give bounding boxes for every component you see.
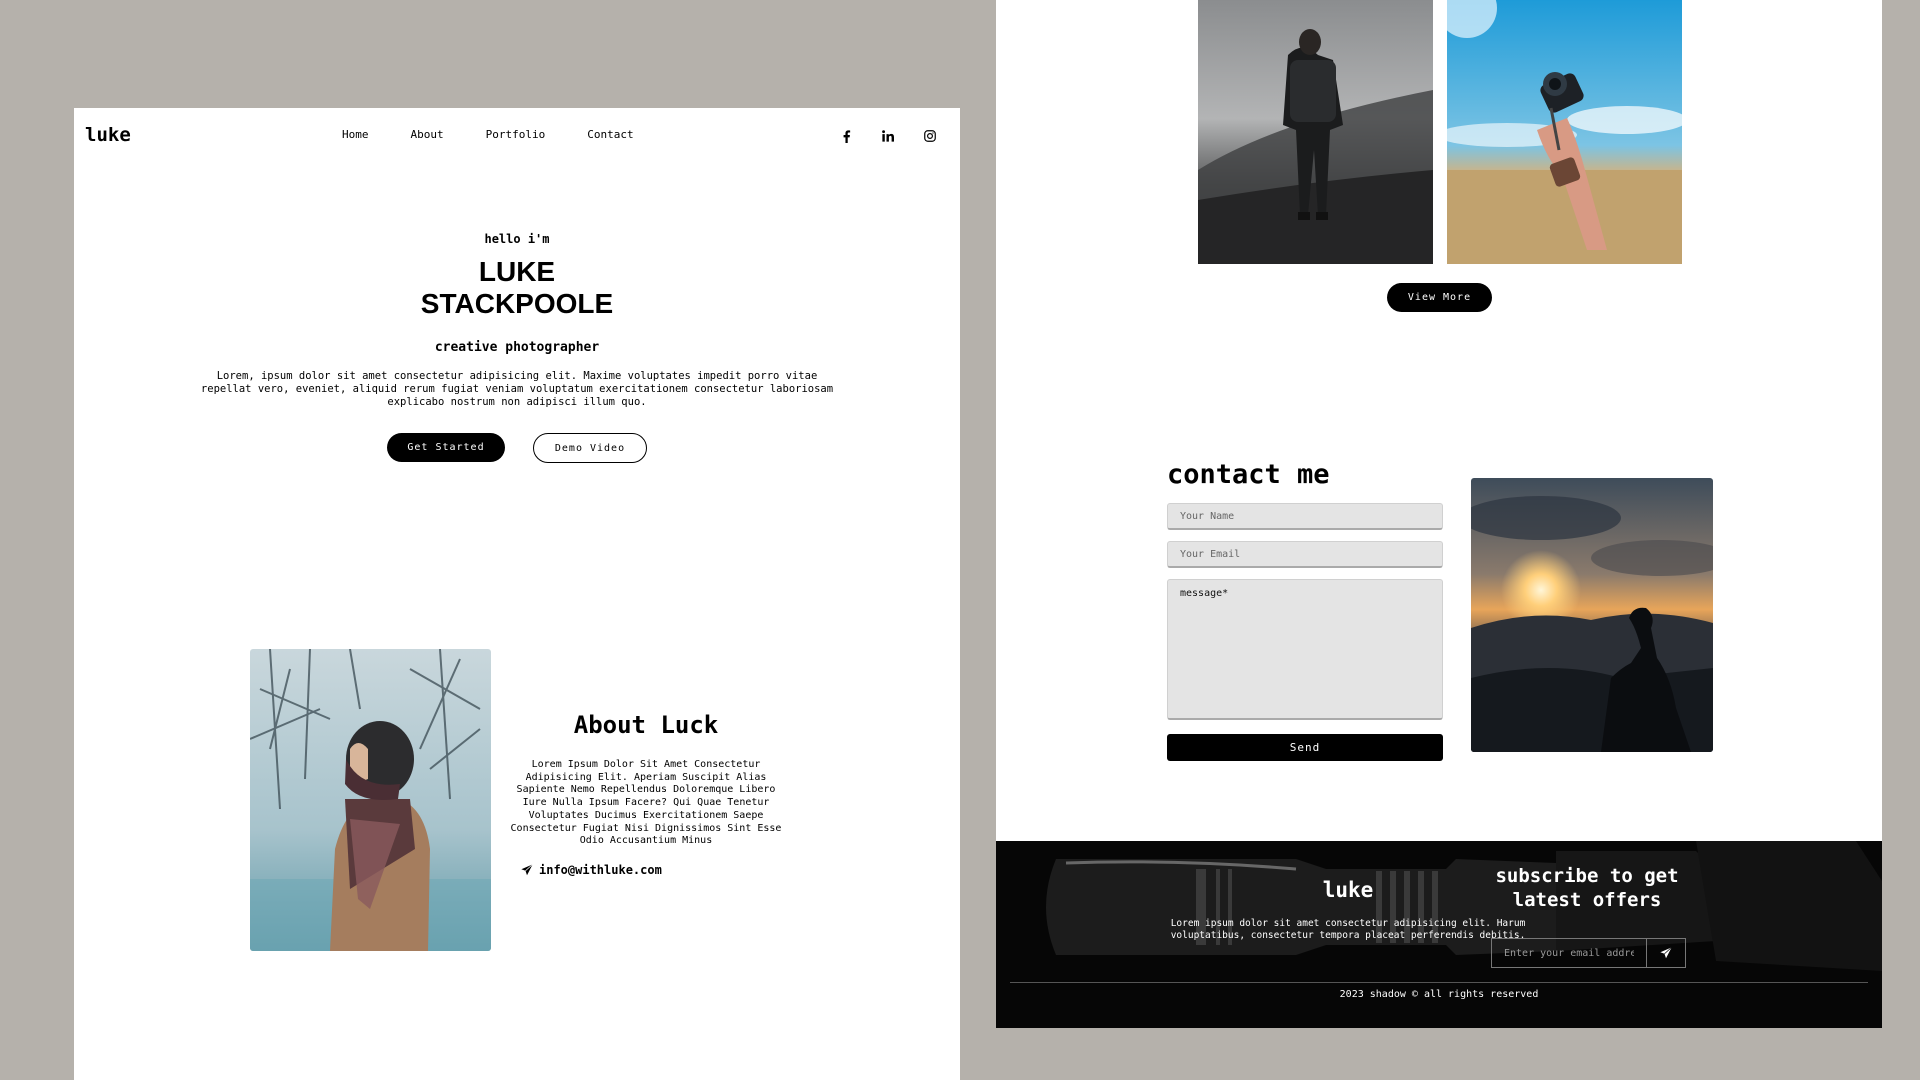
- social-links: [836, 126, 940, 146]
- nav-home[interactable]: Home: [342, 128, 369, 141]
- copyright-text: 2023 shadow © all rights reserved: [1339, 989, 1539, 1000]
- send-icon: [521, 864, 533, 876]
- send-button[interactable]: Send: [1167, 734, 1443, 761]
- subscribe-title: subscribe to get latest offers: [1495, 865, 1679, 911]
- contact-title: contact me: [1167, 459, 1330, 490]
- about-title: About Luck: [573, 711, 719, 739]
- hero-description: Lorem, ipsum dolor sit amet consectetur …: [200, 370, 834, 408]
- footer-logo[interactable]: luke: [1274, 878, 1422, 902]
- contact-photo-sunset: [1471, 478, 1713, 752]
- demo-video-button[interactable]: Demo Video: [533, 433, 647, 463]
- facebook-icon[interactable]: [836, 126, 856, 146]
- footer-divider: [1010, 982, 1868, 983]
- email-input[interactable]: [1167, 541, 1443, 568]
- subscribe-button[interactable]: [1646, 939, 1685, 967]
- hero-greeting: hello i'm: [484, 232, 550, 246]
- portfolio-photo-camera[interactable]: [1447, 0, 1682, 264]
- nav-portfolio[interactable]: Portfolio: [486, 128, 546, 141]
- main-nav: Home About Portfolio Contact: [342, 128, 634, 141]
- send-icon: [1660, 947, 1672, 959]
- message-textarea[interactable]: [1167, 579, 1443, 720]
- instagram-icon[interactable]: [920, 126, 940, 146]
- subscribe-form: [1491, 938, 1686, 968]
- about-text: Lorem Ipsum Dolor Sit Amet Consectetur A…: [510, 759, 782, 847]
- view-more-button[interactable]: View More: [1387, 283, 1492, 312]
- home-page-panel: luke Home About Portfolio Contact hello …: [74, 108, 960, 1080]
- subscribe-email-input[interactable]: [1492, 939, 1646, 967]
- linkedin-icon[interactable]: [878, 126, 898, 146]
- hero-name-first: LUKE: [478, 256, 556, 287]
- portfolio-contact-panel: View More contact me Send: [996, 0, 1882, 1028]
- hero-name-last: STACKPOOLE: [420, 288, 614, 319]
- hero-name: LUKE STACKPOOLE: [74, 256, 960, 320]
- nav-about[interactable]: About: [411, 128, 444, 141]
- name-input[interactable]: [1167, 503, 1443, 530]
- about-email-text: info@withluke.com: [539, 863, 662, 877]
- site-footer: luke Lorem ipsum dolor sit amet consecte…: [996, 841, 1882, 1028]
- nav-contact[interactable]: Contact: [587, 128, 633, 141]
- get-started-button[interactable]: Get Started: [387, 433, 505, 462]
- portfolio-photo-hiker[interactable]: [1198, 0, 1433, 264]
- hero-role: creative photographer: [434, 340, 600, 355]
- about-email-link[interactable]: info@withluke.com: [521, 863, 662, 877]
- site-logo[interactable]: luke: [85, 124, 131, 146]
- hero-buttons: Get Started Demo Video: [387, 433, 647, 463]
- about-photo: [250, 649, 491, 951]
